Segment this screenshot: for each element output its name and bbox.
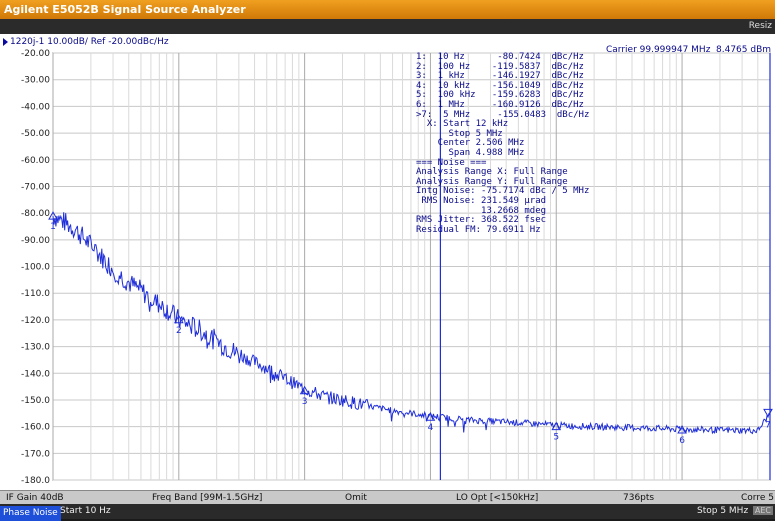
marker-label: 6 bbox=[679, 436, 685, 446]
y-tick-label: -80.00 bbox=[21, 209, 50, 219]
marker-readout-table: 1: 10 Hz -80.7424 dBc/Hz 2: 100 Hz -119.5… bbox=[416, 52, 589, 235]
y-tick-label: -30.00 bbox=[21, 76, 50, 86]
points-status[interactable]: 736pts bbox=[623, 493, 654, 503]
start-frequency[interactable]: Start 10 Hz bbox=[60, 506, 111, 516]
stop-frequency[interactable]: Stop 5 MHz bbox=[697, 506, 748, 516]
marker-label: 3 bbox=[302, 397, 308, 407]
y-tick-label: -90.00 bbox=[21, 236, 50, 246]
menu-bar: Resiz bbox=[0, 19, 775, 34]
y-tick-label: -120.0 bbox=[21, 316, 50, 326]
y-tick-label: -50.00 bbox=[21, 129, 50, 139]
y-tick-label: -110.0 bbox=[21, 289, 50, 299]
lo-opt-status[interactable]: LO Opt [<150kHz] bbox=[456, 493, 538, 503]
if-gain-status[interactable]: IF Gain 40dB bbox=[6, 493, 64, 503]
window-title: Agilent E5052B Signal Source Analyzer bbox=[4, 3, 246, 16]
y-tick-label: -170.0 bbox=[21, 449, 50, 459]
y-tick-label: -40.00 bbox=[21, 102, 50, 112]
marker-label: 7 bbox=[765, 420, 771, 430]
y-tick-label: -70.00 bbox=[21, 182, 50, 192]
title-bar: Agilent E5052B Signal Source Analyzer bbox=[0, 0, 775, 19]
y-tick-label: -130.0 bbox=[21, 343, 50, 353]
y-tick-label: -140.0 bbox=[21, 369, 50, 379]
y-tick-label: -160.0 bbox=[21, 423, 50, 433]
omit-status[interactable]: Omit bbox=[345, 493, 367, 503]
y-tick-label: -60.00 bbox=[21, 156, 50, 166]
y-tick-label: -100.0 bbox=[21, 263, 50, 273]
y-tick-label: -20.00 bbox=[21, 49, 50, 59]
sweep-status-bar: Phase Noise Start 10 Hz Stop 5 MHz AEC bbox=[0, 504, 775, 521]
marker-label: 1 bbox=[50, 222, 56, 232]
correction-status[interactable]: Corre 5 bbox=[741, 493, 774, 503]
status-bar: IF Gain 40dB Freq Band [99M-1.5GHz] Omit… bbox=[0, 490, 775, 505]
resize-button[interactable]: Resiz bbox=[749, 21, 772, 31]
marker-readout-line: Residual FM: 79.6911 Hz bbox=[416, 224, 541, 235]
marker-label: 5 bbox=[553, 433, 559, 443]
y-tick-label: -150.0 bbox=[21, 396, 50, 406]
y-tick-label: -180.0 bbox=[21, 476, 50, 486]
plot-window[interactable]: 1220j-1 10.00dB/ Ref -20.00dBc/Hz Carrie… bbox=[0, 34, 775, 490]
phase-noise-plot[interactable]: -20.00 -30.00 -40.00 -50.00 -60.00 -70.00 -80.… bbox=[0, 34, 775, 490]
marker-label: 4 bbox=[428, 423, 434, 433]
freq-band-status[interactable]: Freq Band [99M-1.5GHz] bbox=[152, 493, 262, 503]
marker-label: 2 bbox=[176, 326, 182, 336]
ave-badge: AEC bbox=[752, 506, 773, 515]
